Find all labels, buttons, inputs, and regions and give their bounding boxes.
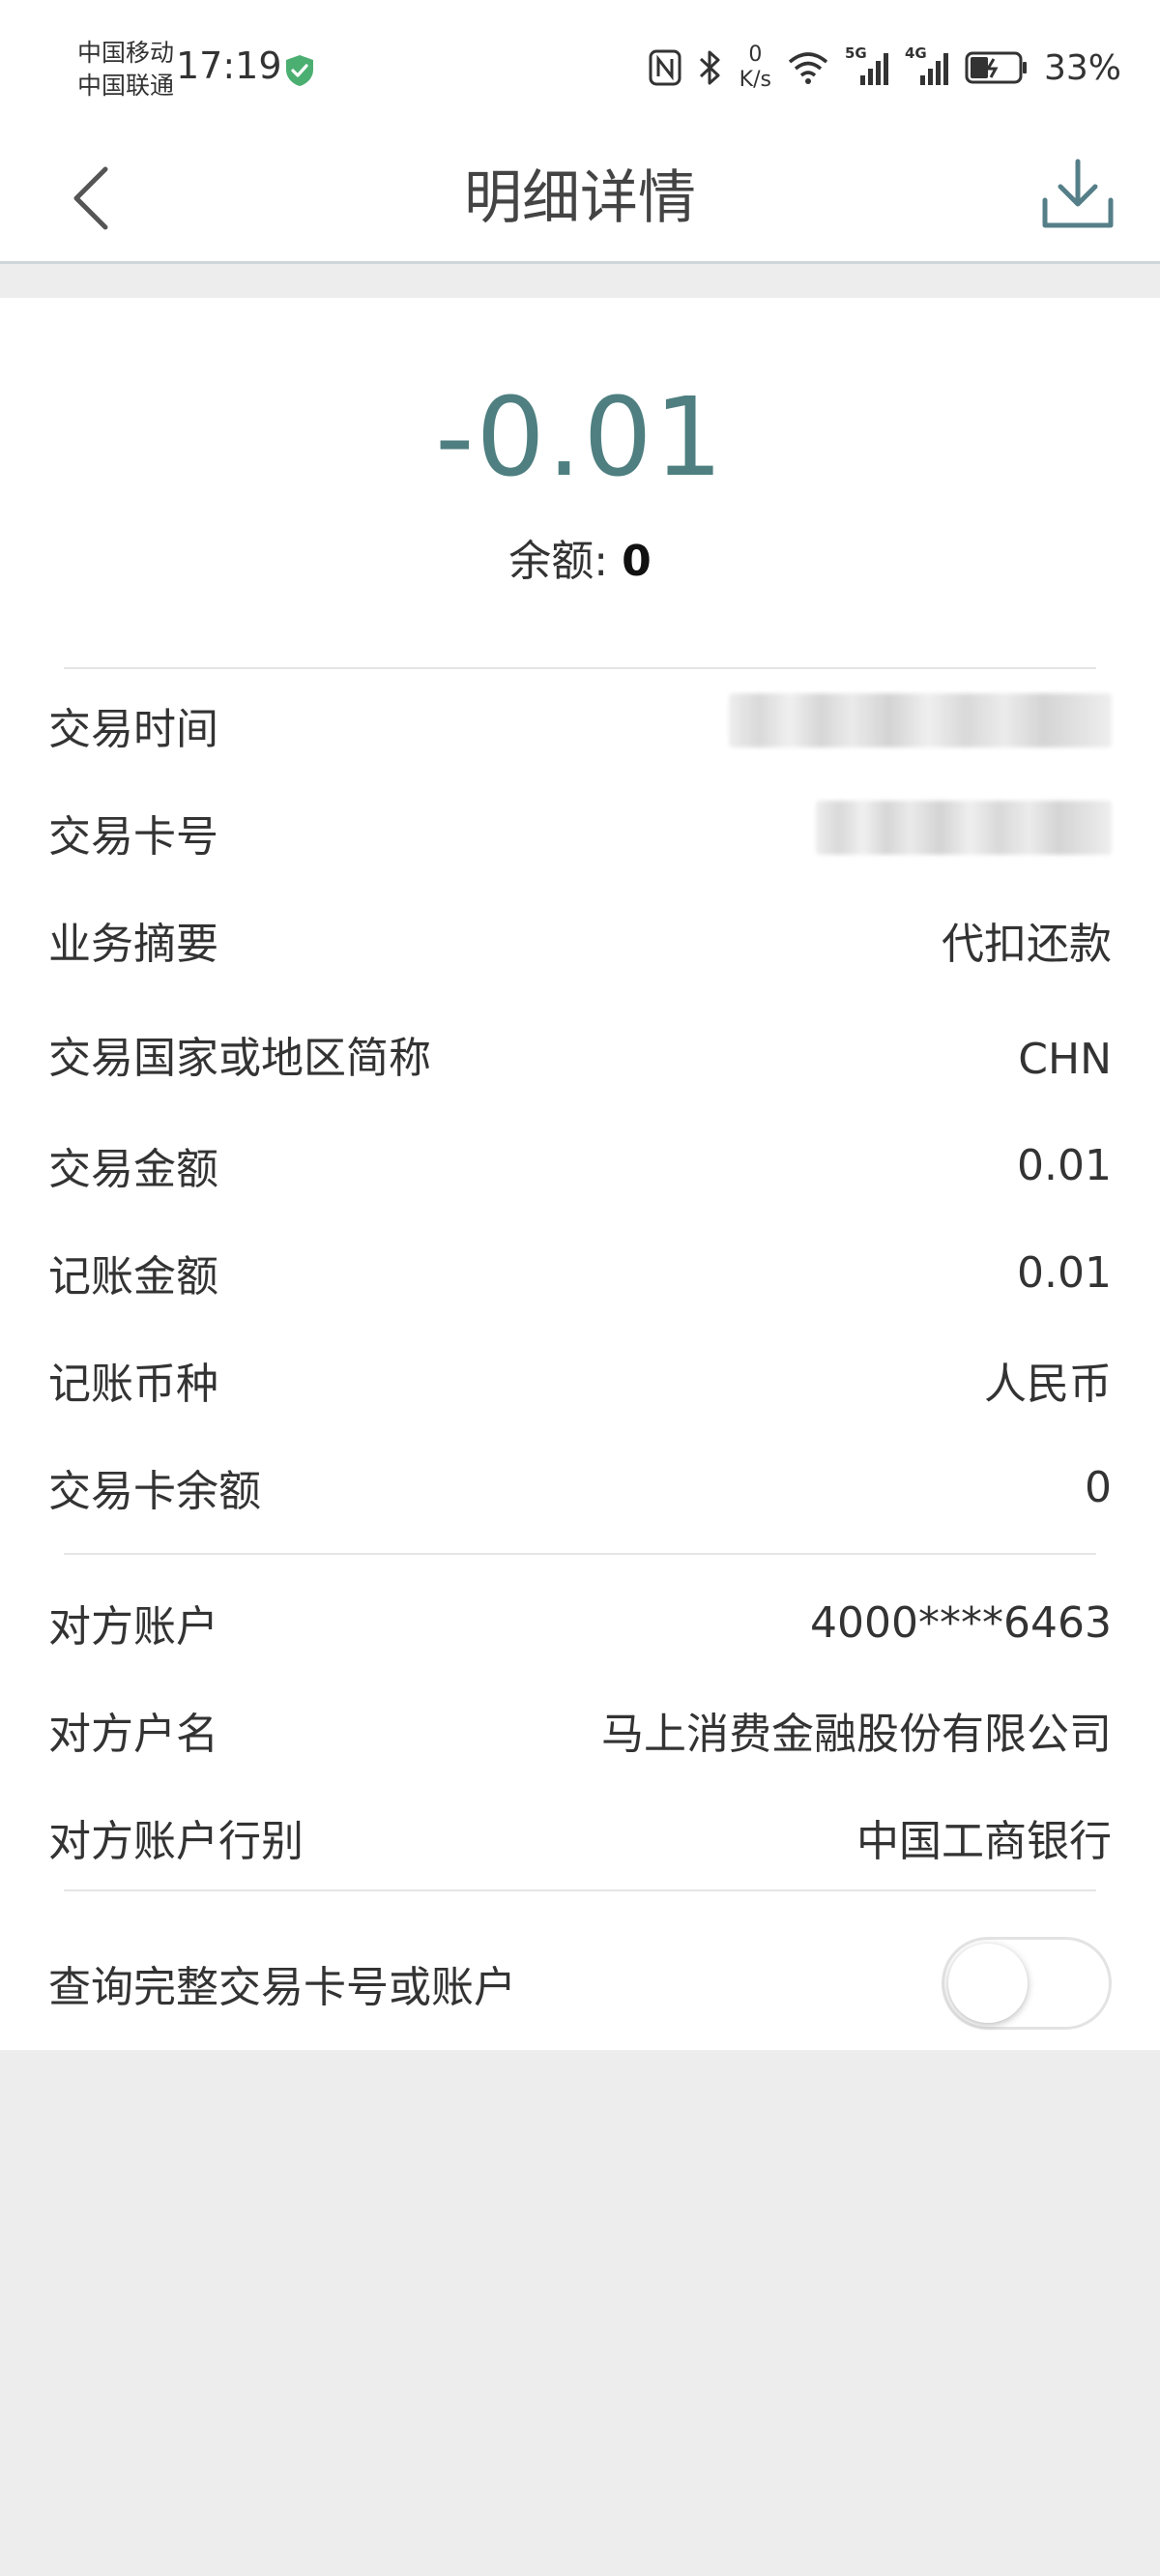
- detail-label: 对方账户: [48, 1602, 218, 1652]
- detail-label: 对方账户行别: [48, 1817, 304, 1866]
- detail-label: 记账金额: [48, 1252, 218, 1302]
- download-icon: [1042, 159, 1114, 228]
- wifi-icon: [788, 52, 828, 84]
- detail-row-country: 交易国家或地区简称 CHN: [48, 996, 1112, 1122]
- detail-label: 交易国家或地区简称: [48, 1034, 431, 1083]
- query-full-number-toggle[interactable]: [942, 1937, 1112, 2030]
- divider: [64, 667, 1096, 669]
- status-time: 17:19: [176, 44, 282, 87]
- battery-percent: 33%: [1043, 47, 1121, 88]
- detail-label: 业务摘要: [48, 920, 218, 969]
- detail-row-transaction-amount: 交易金额 0.01: [48, 1127, 1112, 1204]
- battery-icon: [965, 51, 1027, 84]
- detail-row-transaction-time: 交易时间: [48, 687, 1112, 764]
- status-icons: 0 K/s 5G 4G 33%: [649, 39, 1121, 97]
- detail-value: CHN: [1018, 1034, 1112, 1084]
- shield-check-icon: [286, 55, 313, 86]
- counterparty-row-name: 对方户名 马上消费金融股份有限公司: [48, 1691, 1112, 1769]
- query-full-number-label: 查询完整交易卡号或账户: [48, 1963, 516, 2012]
- detail-value-blurred: [816, 800, 1112, 865]
- page-title: 明细详情: [464, 164, 696, 232]
- transaction-detail-card: -0.01 余额: 0 交易时间 交易卡号 业务摘要 代扣还款 交易国家或地区简…: [0, 298, 1160, 2050]
- carrier-names: 中国移动 中国联通: [77, 37, 174, 102]
- detail-value: 中国工商银行: [856, 1817, 1112, 1866]
- detail-value: 人民币: [984, 1360, 1112, 1409]
- nfc-icon: [649, 49, 682, 86]
- detail-row-posted-amount: 记账金额 0.01: [48, 1234, 1112, 1311]
- detail-value: 马上消费金融股份有限公司: [601, 1710, 1112, 1759]
- balance-line: 余额: 0: [0, 526, 1160, 588]
- status-bar: 中国移动 中国联通 17:19 0 K/s 5G 4G 33%: [0, 0, 1160, 135]
- bluetooth-icon: [699, 50, 720, 85]
- detail-row-summary: 业务摘要 代扣还款: [48, 901, 1112, 979]
- network-speed-value: 0: [748, 43, 763, 67]
- detail-row-currency: 记账币种 人民币: [48, 1341, 1112, 1419]
- counterparty-row-account: 对方账户 4000****6463: [48, 1584, 1112, 1661]
- balance-value: 0: [622, 537, 652, 586]
- divider: [64, 1889, 1096, 1891]
- toggle-knob: [948, 1944, 1028, 2023]
- detail-row-card-number: 交易卡号: [48, 794, 1112, 871]
- signal-4g: 4G: [905, 44, 949, 85]
- detail-value: 0.01: [1017, 1247, 1112, 1298]
- nav-bar: 明细详情: [0, 135, 1160, 264]
- detail-label: 记账币种: [48, 1360, 218, 1409]
- detail-row-card-balance: 交易卡余额 0: [48, 1449, 1112, 1526]
- divider: [64, 1553, 1096, 1555]
- carrier-1: 中国移动: [77, 39, 175, 67]
- detail-label: 交易卡号: [48, 812, 218, 862]
- network-speed-unit: K/s: [739, 68, 771, 92]
- transaction-amount: -0.01: [435, 375, 725, 501]
- detail-label: 交易金额: [48, 1145, 218, 1194]
- detail-label: 交易卡余额: [48, 1467, 261, 1516]
- download-button[interactable]: [1034, 151, 1121, 238]
- signal-4g-label: 4G: [904, 44, 927, 62]
- detail-value: 4000****6463: [810, 1597, 1112, 1648]
- detail-label: 交易时间: [48, 705, 218, 754]
- detail-value: 0: [1085, 1462, 1112, 1512]
- query-full-number-row: 查询完整交易卡号或账户: [48, 1930, 1112, 2036]
- detail-label: 对方户名: [48, 1710, 218, 1759]
- balance-label: 余额:: [508, 537, 623, 586]
- carrier-2: 中国联通: [77, 72, 175, 100]
- network-speed: 0 K/s: [740, 43, 771, 93]
- counterparty-row-bank: 对方账户行别 中国工商银行: [48, 1799, 1112, 1876]
- signal-5g: 5G: [845, 44, 889, 85]
- detail-value: 代扣还款: [942, 920, 1112, 969]
- detail-value-blurred: [729, 692, 1112, 758]
- detail-value: 0.01: [1017, 1140, 1112, 1190]
- signal-5g-label: 5G: [844, 44, 867, 62]
